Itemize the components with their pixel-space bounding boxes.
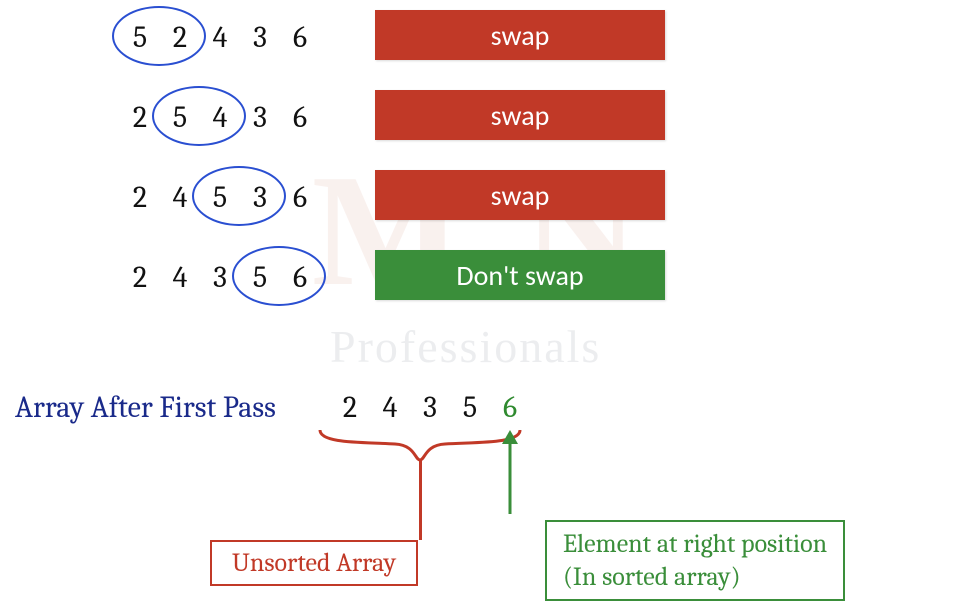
array-cell: 4 bbox=[160, 260, 200, 295]
array-cell: 3 bbox=[240, 20, 280, 55]
result-cell: 2 bbox=[330, 390, 370, 425]
result-cell: 3 bbox=[410, 390, 450, 425]
array-cell: 3 bbox=[200, 260, 240, 295]
array-row-1: 5 2 4 3 6 bbox=[120, 20, 320, 55]
unsorted-array-label: Unsorted Array bbox=[232, 548, 396, 578]
array-cell: 3 bbox=[240, 180, 280, 215]
array-cell: 2 bbox=[120, 180, 160, 215]
action-label: swap bbox=[491, 98, 550, 133]
action-box-1: swap bbox=[375, 10, 665, 60]
result-array-row: 2 4 3 5 6 bbox=[330, 390, 530, 425]
array-cell: 6 bbox=[280, 180, 320, 215]
array-cell: 5 bbox=[120, 20, 160, 55]
array-cell: 2 bbox=[120, 260, 160, 295]
array-cell: 2 bbox=[120, 100, 160, 135]
array-row-4: 2 4 3 5 6 bbox=[120, 260, 320, 295]
unsorted-array-label-box: Unsorted Array bbox=[210, 540, 418, 586]
action-box-4: Don't swap bbox=[375, 250, 665, 300]
array-cell: 5 bbox=[160, 100, 200, 135]
arrow-up-icon bbox=[498, 430, 522, 516]
diagram-stage: M N Professionals 5 2 4 3 6 swap 2 5 4 3… bbox=[0, 0, 965, 609]
unsorted-brace-icon bbox=[315, 428, 525, 462]
array-cell: 4 bbox=[160, 180, 200, 215]
unsorted-connector-line bbox=[419, 460, 422, 540]
sorted-label-line1: Element at right position bbox=[563, 528, 827, 561]
result-cell: 5 bbox=[450, 390, 490, 425]
array-row-3: 2 4 5 3 6 bbox=[120, 180, 320, 215]
result-cell-sorted: 6 bbox=[490, 390, 530, 425]
array-cell: 4 bbox=[200, 20, 240, 55]
action-label: swap bbox=[491, 178, 550, 213]
array-cell: 3 bbox=[240, 100, 280, 135]
first-pass-label: Array After First Pass bbox=[15, 390, 276, 425]
array-cell: 4 bbox=[200, 100, 240, 135]
array-cell: 6 bbox=[280, 100, 320, 135]
array-cell: 5 bbox=[240, 260, 280, 295]
array-cell: 6 bbox=[280, 260, 320, 295]
action-label: swap bbox=[491, 18, 550, 53]
array-cell: 2 bbox=[160, 20, 200, 55]
watermark-sub-text: Professionals bbox=[330, 320, 601, 373]
sorted-position-label-box: Element at right position (In sorted arr… bbox=[545, 520, 845, 601]
action-box-2: swap bbox=[375, 90, 665, 140]
action-box-3: swap bbox=[375, 170, 665, 220]
array-row-2: 2 5 4 3 6 bbox=[120, 100, 320, 135]
array-cell: 6 bbox=[280, 20, 320, 55]
array-cell: 5 bbox=[200, 180, 240, 215]
action-label: Don't swap bbox=[456, 258, 583, 293]
result-cell: 4 bbox=[370, 390, 410, 425]
sorted-label-line2: (In sorted array) bbox=[563, 561, 827, 594]
